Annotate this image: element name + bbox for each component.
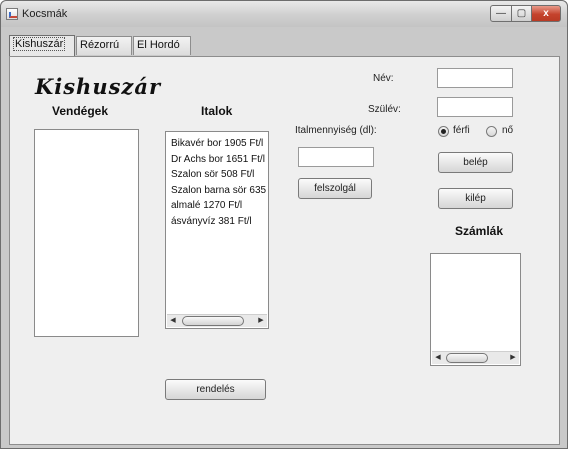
birthyear-label: Szülév: <box>368 104 401 115</box>
list-item[interactable]: Dr Achs bor 1651 Ft/l <box>166 152 268 168</box>
list-item[interactable]: Szalon barna sör 635 <box>166 183 268 199</box>
maximize-button[interactable]: ▢ <box>511 5 532 22</box>
guests-list[interactable] <box>34 129 139 337</box>
login-button[interactable]: belép <box>438 152 513 173</box>
bills-horizontal-scrollbar[interactable]: ◀ ▶ <box>432 351 519 364</box>
name-label: Név: <box>373 73 394 84</box>
tab-content-panel: Kishuszár Vendégek Italok Bikavér bor 19… <box>9 56 560 445</box>
gender-female-label[interactable]: nő <box>502 125 513 136</box>
birthyear-input[interactable] <box>437 97 513 117</box>
quantity-label: Italmennyiség (dl): <box>295 125 377 136</box>
scroll-left-arrow-icon[interactable]: ◀ <box>432 352 444 364</box>
scrollbar-thumb[interactable] <box>182 316 244 326</box>
tab-kishuszar[interactable]: Kishuszár <box>9 35 75 56</box>
serve-button[interactable]: felszolgál <box>298 178 372 199</box>
scroll-right-arrow-icon[interactable]: ▶ <box>507 352 519 364</box>
guests-heading: Vendégek <box>52 104 109 118</box>
minimize-button[interactable]: — <box>490 5 512 22</box>
drinks-heading: Italok <box>201 104 233 118</box>
scroll-right-arrow-icon[interactable]: ▶ <box>255 315 267 327</box>
drinks-horizontal-scrollbar[interactable]: ◀ ▶ <box>167 314 267 327</box>
title-bar[interactable]: Kocsmák — ▢ x <box>1 1 567 27</box>
tab-el-hordo[interactable]: El Hordó <box>133 36 191 55</box>
bills-heading: Számlák <box>455 224 504 238</box>
app-window: Kocsmák — ▢ x Kishuszár Rézorrú El Hordó… <box>0 0 568 449</box>
logout-button[interactable]: kilép <box>438 188 513 209</box>
tab-rezorru[interactable]: Rézorrú <box>76 36 132 55</box>
quantity-input[interactable] <box>298 147 374 167</box>
list-item[interactable]: Szalon sör 508 Ft/l <box>166 167 268 183</box>
order-button[interactable]: rendelés <box>165 379 266 400</box>
scrollbar-thumb[interactable] <box>446 353 488 363</box>
list-item[interactable]: ásványvíz 381 Ft/l <box>166 214 268 230</box>
drinks-items: Bikavér bor 1905 Ft/l Dr Achs bor 1651 F… <box>166 132 268 229</box>
java-app-icon <box>6 8 18 20</box>
pub-brand-title: Kishuszár <box>35 74 162 99</box>
scroll-left-arrow-icon[interactable]: ◀ <box>167 315 179 327</box>
close-button[interactable]: x <box>531 5 561 22</box>
bills-list[interactable]: ◀ ▶ <box>430 253 521 366</box>
list-item[interactable]: Bikavér bor 1905 Ft/l <box>166 136 268 152</box>
gender-male-label[interactable]: férfi <box>453 125 470 136</box>
name-input[interactable] <box>437 68 513 88</box>
gender-female-radio[interactable] <box>486 126 497 137</box>
gender-male-radio[interactable] <box>438 126 449 137</box>
tab-kishuszar-label: Kishuszár <box>13 37 66 51</box>
drinks-list[interactable]: Bikavér bor 1905 Ft/l Dr Achs bor 1651 F… <box>165 131 269 329</box>
window-title: Kocsmák <box>22 8 68 20</box>
list-item[interactable]: almalé 1270 Ft/l <box>166 198 268 214</box>
